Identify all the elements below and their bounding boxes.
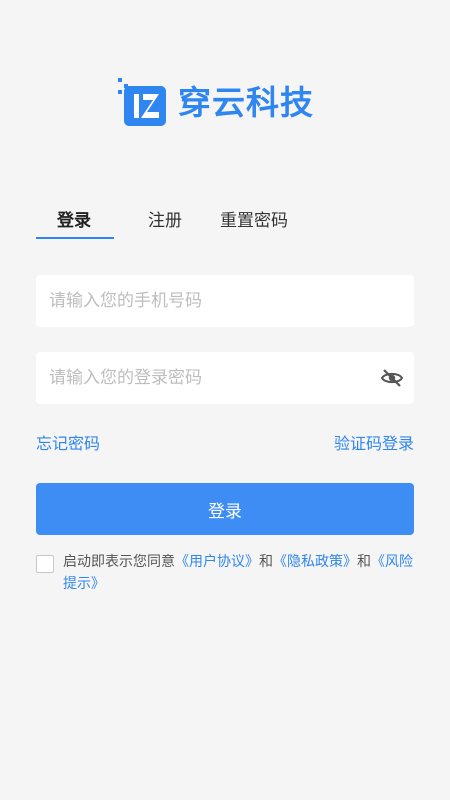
eye-off-icon[interactable]: [380, 366, 404, 390]
privacy-policy-link[interactable]: 《隐私政策》: [273, 554, 357, 570]
tab-reset-password[interactable]: 重置密码: [220, 206, 288, 231]
forgot-password-link[interactable]: 忘记密码: [36, 430, 100, 454]
login-button[interactable]: 登录: [36, 483, 414, 535]
agreement-prefix: 启动即表示您同意: [63, 554, 175, 570]
user-agreement-link[interactable]: 《用户协议》: [175, 554, 259, 570]
brand-logo-icon: [116, 72, 172, 128]
brand-name: 穿云科技: [178, 83, 314, 122]
tab-register[interactable]: 注册: [148, 206, 182, 231]
agreement-checkbox[interactable]: [36, 555, 54, 573]
brand-logo: 穿云科技: [116, 70, 314, 130]
phone-field: [36, 275, 414, 327]
active-tab-indicator: [36, 237, 114, 239]
agreement-and-1: 和: [259, 554, 273, 570]
agreement-and-2: 和: [357, 554, 371, 570]
password-input[interactable]: [36, 352, 349, 404]
password-field: [36, 352, 414, 404]
sms-login-link[interactable]: 验证码登录: [334, 430, 414, 454]
tab-login[interactable]: 登录: [57, 206, 91, 231]
agreement-text: 启动即表示您同意《用户协议》和《隐私政策》和《风险提示》: [63, 551, 413, 595]
phone-input[interactable]: [36, 275, 349, 327]
auth-tabs: 登录 注册 重置密码: [36, 200, 414, 240]
